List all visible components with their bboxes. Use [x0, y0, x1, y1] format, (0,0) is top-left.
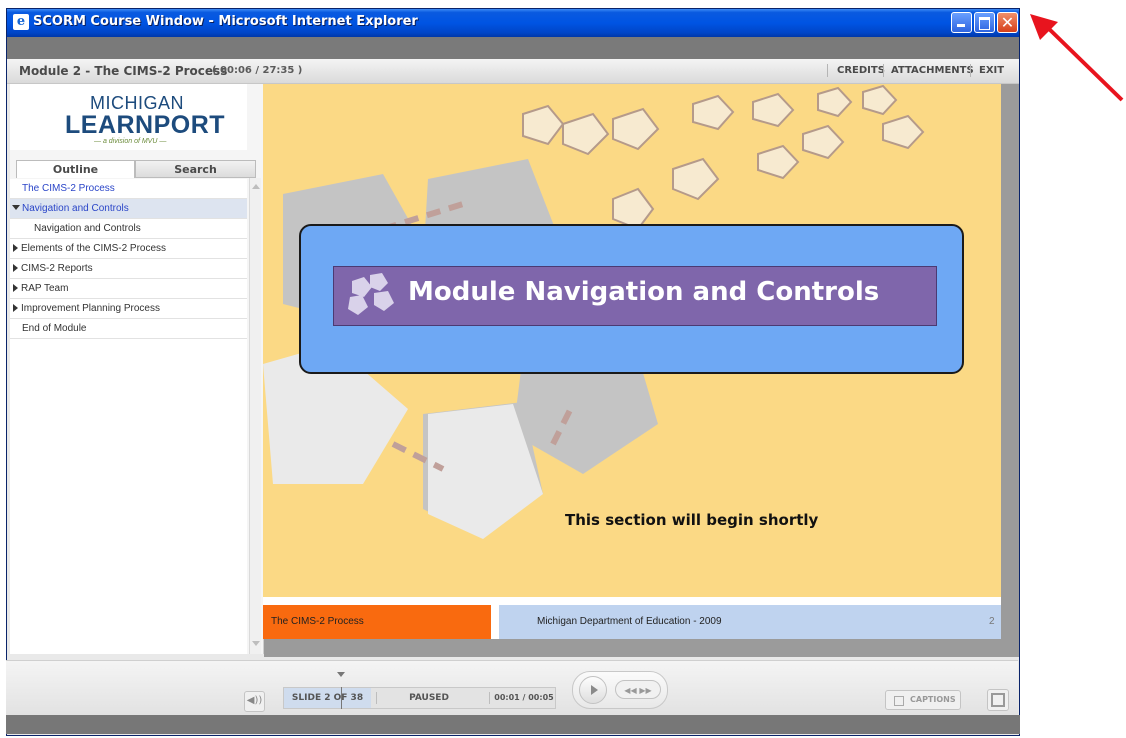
slide-title: Module Navigation and Controls: [408, 277, 880, 307]
outline-item-label: End of Module: [22, 323, 87, 334]
maximize-icon: [975, 13, 994, 32]
outline-item-label: Navigation and Controls: [34, 223, 141, 234]
course-header: Module 2 - The CIMS-2 Process ( 00:06 / …: [7, 59, 1019, 84]
sidebar: MICHIGAN LEARNPORT — a division of MVU —…: [10, 84, 264, 654]
ie-icon: e: [13, 14, 29, 30]
logo-learnport: LEARNPORT: [65, 111, 226, 139]
outline-item-label: RAP Team: [21, 283, 69, 294]
title-bar[interactable]: e SCORM Course Window - Microsoft Intern…: [7, 9, 1019, 37]
playback-time: 00:01 / 00:05: [494, 693, 554, 702]
scroll-down-icon[interactable]: [252, 641, 260, 646]
footer-page-number: 2: [989, 616, 995, 627]
outline-item-label: The CIMS-2 Process: [22, 183, 115, 194]
rewind-forward-icon: ◀◀ ▶▶: [624, 686, 652, 695]
logo-tagline: — a division of MVU —: [94, 138, 167, 145]
status-separator: [489, 692, 490, 704]
outline-item-cims2-process[interactable]: The CIMS-2 Process: [10, 179, 247, 199]
header-separator: [883, 64, 884, 77]
slide-subtitle: This section will begin shortly: [565, 511, 819, 529]
play-icon: [591, 685, 598, 695]
outline-item-reports[interactable]: CIMS-2 Reports: [10, 259, 247, 279]
volume-icon: ◀)): [246, 695, 263, 706]
logo: MICHIGAN LEARNPORT — a division of MVU —: [10, 84, 247, 150]
outline-item-label: Elements of the CIMS-2 Process: [21, 243, 167, 254]
module-time: ( 00:06 / 27:35 ): [212, 65, 303, 76]
header-separator: [827, 64, 828, 77]
playback-status: PAUSED: [409, 693, 449, 703]
header-separator: [970, 64, 971, 77]
outline-item-elements[interactable]: Elements of the CIMS-2 Process: [10, 239, 247, 259]
slide-footer-info: Michigan Department of Education - 2009 …: [499, 605, 1001, 639]
slide-footer-section: The CIMS-2 Process: [263, 605, 491, 639]
outline-scrollbar[interactable]: [249, 178, 261, 654]
scrubber-handle-icon[interactable]: [337, 672, 345, 677]
module-title: Module 2 - The CIMS-2 Process: [19, 64, 228, 78]
status-panel: SLIDE 2 OF 38 PAUSED 00:01 / 00:05: [283, 687, 556, 709]
red-arrow-annotation: [1030, 14, 1124, 102]
slide-footer: The CIMS-2 Process Michigan Department o…: [263, 597, 1001, 639]
footer-course-name: The CIMS-2 Process: [271, 616, 364, 627]
footer-organization: Michigan Department of Education - 2009: [537, 616, 722, 627]
outline-item-label: CIMS-2 Reports: [21, 263, 93, 274]
playback-controls: ◀)) SLIDE 2 OF 38 PAUSED 00:01 / 00:05 ◀…: [6, 660, 1018, 715]
fullscreen-button[interactable]: [987, 689, 1009, 711]
exit-link[interactable]: EXIT: [979, 65, 1004, 76]
window-title: SCORM Course Window - Microsoft Internet…: [33, 14, 418, 29]
collapsed-triangle-icon: [13, 244, 18, 252]
slide-stage: Module Navigation and Controls This sect…: [263, 84, 1001, 639]
attachments-link[interactable]: ATTACHMENTS: [891, 65, 974, 76]
outline-item-navigation-controls[interactable]: Navigation and Controls: [10, 199, 247, 219]
play-controls: ◀◀ ▶▶: [572, 671, 668, 709]
tab-search[interactable]: Search: [135, 160, 256, 178]
top-band: [7, 37, 1019, 59]
close-icon: ✕: [1000, 13, 1015, 32]
outline-item-navigation-controls-slide[interactable]: Navigation and Controls: [10, 219, 247, 239]
status-separator: [376, 692, 377, 704]
captions-icon: [894, 696, 904, 706]
play-button[interactable]: [579, 676, 607, 704]
scroll-up-icon[interactable]: [252, 184, 260, 189]
outline-item-end[interactable]: End of Module: [10, 319, 247, 339]
slide-title-box: Module Navigation and Controls: [299, 224, 964, 374]
volume-button[interactable]: ◀)): [244, 691, 265, 712]
expanded-triangle-icon: [12, 205, 20, 210]
outline-item-improvement[interactable]: Improvement Planning Process: [10, 299, 247, 319]
playhead-line: [341, 687, 342, 709]
outline-list: The CIMS-2 Process Navigation and Contro…: [10, 179, 247, 654]
collapsed-triangle-icon: [13, 284, 18, 292]
tab-outline[interactable]: Outline: [16, 160, 135, 178]
collapsed-triangle-icon: [13, 304, 18, 312]
slide-counter: SLIDE 2 OF 38: [284, 688, 371, 708]
maximize-button[interactable]: [974, 12, 995, 33]
captions-button[interactable]: CAPTIONS: [885, 690, 961, 710]
close-button[interactable]: ✕: [997, 12, 1018, 33]
captions-label: CAPTIONS: [910, 695, 956, 704]
minimize-icon: [952, 13, 971, 32]
credits-link[interactable]: CREDITS: [837, 65, 885, 76]
outline-item-rap-team[interactable]: RAP Team: [10, 279, 247, 299]
collapsed-triangle-icon: [13, 264, 18, 272]
slide-title-bar: Module Navigation and Controls: [333, 266, 937, 326]
minimize-button[interactable]: [951, 12, 972, 33]
outline-item-label: Navigation and Controls: [22, 203, 129, 214]
seek-buttons[interactable]: ◀◀ ▶▶: [615, 680, 661, 699]
outline-item-label: Improvement Planning Process: [21, 303, 160, 314]
sidebar-tabs: Outline Search: [10, 160, 257, 178]
pentagon-cluster-icon: [348, 273, 394, 315]
